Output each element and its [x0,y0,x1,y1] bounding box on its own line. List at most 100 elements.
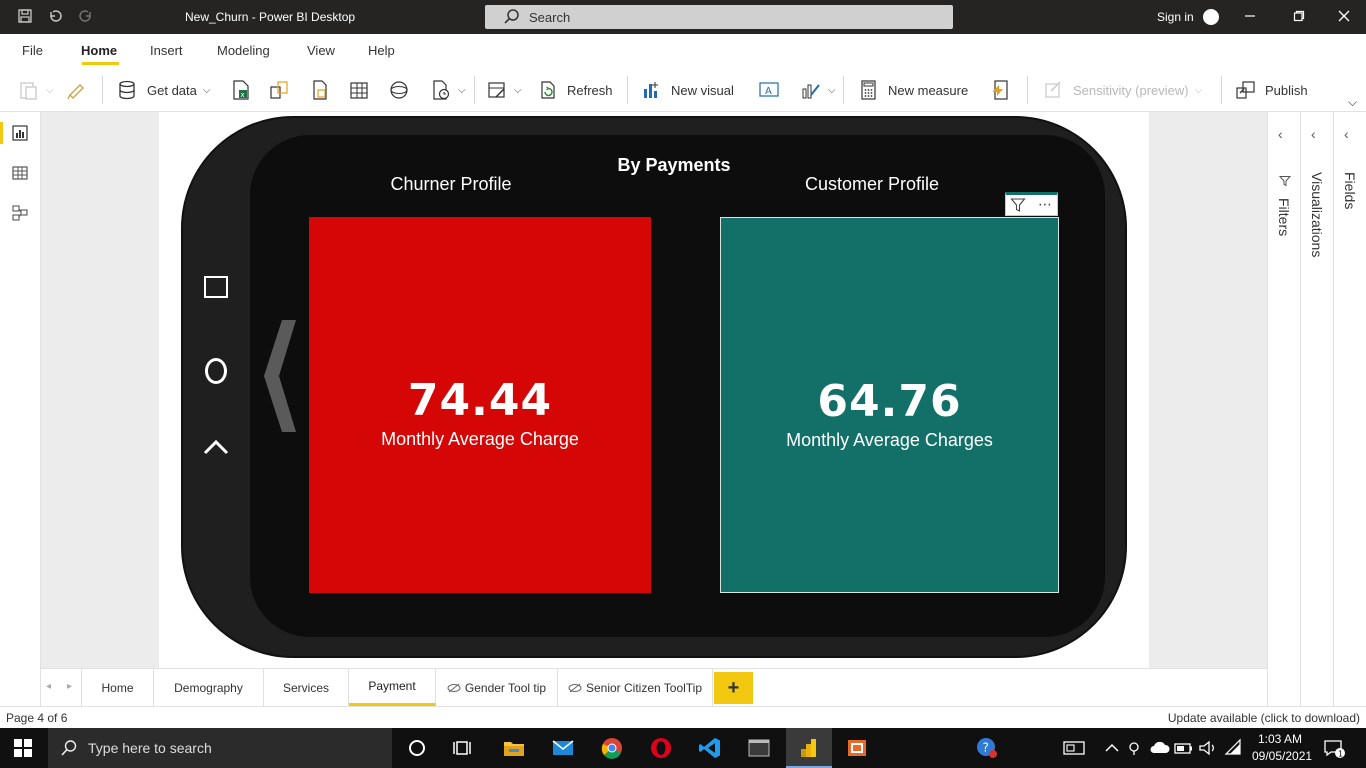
card-label: Monthly Average Charges [786,430,993,450]
ribbon-separator [1027,76,1028,104]
save-icon[interactable] [16,8,34,26]
opera-icon[interactable] [649,736,673,760]
filters-pane[interactable]: ‹ Filters [1267,112,1300,706]
clock-time: 1:03 AM [1257,732,1303,746]
dataverse-button[interactable] [388,78,410,102]
enter-data-button[interactable] [348,78,370,102]
menu-modeling[interactable]: Modeling [217,43,270,58]
undo-icon[interactable] [46,8,64,26]
avatar[interactable] [1203,9,1219,25]
minimize-icon[interactable] [1240,7,1260,27]
recent-sources-button[interactable]: ⌵ [430,78,466,102]
tab-scroll-right-icon[interactable]: ▸ [67,681,72,692]
transform-data-button[interactable]: ⌵ [486,78,522,102]
search-input[interactable]: Search [485,5,953,29]
windows-taskbar: Type here to search ? 1:03 AM 09/05/2021… [0,728,1366,768]
visualizations-pane[interactable]: ‹ Visualizations [1300,112,1333,706]
svg-text:1: 1 [1338,750,1343,759]
power-bi-taskbar-button[interactable] [786,728,832,768]
tab-scroll-left-icon[interactable]: ◂ [46,681,51,692]
volume-icon[interactable] [1196,736,1220,760]
tab-senior-citizen-tooltip[interactable]: Senior Citizen ToolTip [558,669,713,706]
paste-button[interactable]: ⌵ [18,78,54,102]
phone-home-icon [205,358,227,384]
ribbon-collapse-icon[interactable]: ⌵ [1348,90,1357,114]
customer-profile-heading: Customer Profile [804,174,940,194]
svg-text:?: ? [983,741,989,755]
notifications-icon[interactable]: 1 [1322,736,1346,760]
tab-demography[interactable]: Demography [154,669,264,706]
get-data-button[interactable]: Get data ⌵ [117,78,210,102]
menu-help[interactable]: Help [368,43,395,58]
chevron-left-icon[interactable]: ‹ [1278,126,1283,142]
system-clock[interactable]: 1:03 AM 09/05/2021 [1252,731,1312,765]
new-visual-button[interactable]: New visual [641,78,734,102]
refresh-button[interactable]: Refresh [537,78,613,102]
redo-icon[interactable] [77,8,95,26]
tab-label: Demography [174,680,243,695]
chevron-left-icon[interactable]: ‹ [1311,126,1316,142]
dataset-icon [270,81,288,99]
fields-pane[interactable]: ‹ Fields [1333,112,1366,706]
tab-payment[interactable]: Payment [349,669,436,706]
location-icon[interactable] [1125,736,1143,760]
cloud-icon[interactable] [1148,736,1172,760]
report-view-icon[interactable] [11,124,29,142]
add-page-button[interactable]: + [714,672,753,704]
publish-button[interactable]: Publish [1235,78,1308,102]
tab-services[interactable]: Services [264,669,349,706]
wifi-icon[interactable] [1222,736,1246,760]
new-measure-button[interactable]: New measure [858,78,968,102]
more-visuals-button[interactable]: ⌵ [800,78,836,102]
new-visual-label: New visual [671,82,734,98]
mail-icon[interactable] [551,736,575,760]
text-box-button[interactable]: A [758,78,780,102]
data-view-icon[interactable] [11,164,29,182]
task-view-icon[interactable] [452,736,476,760]
restore-icon[interactable] [1289,7,1309,27]
sign-in-link[interactable]: Sign in [1157,10,1194,24]
office-app-icon[interactable] [845,736,869,760]
update-available-link[interactable]: Update available (click to download) [1168,711,1360,725]
file-explorer-icon[interactable] [502,736,526,760]
datasets-button[interactable] [268,78,290,102]
page-tab-bar: ◂ ▸ Home Demography Services Payment Gen… [41,668,1267,706]
churner-charge-card[interactable]: 74.44 Monthly Average Charge [309,217,651,593]
close-icon[interactable] [1334,7,1354,27]
menu-view[interactable]: View [307,43,335,58]
customer-charge-card[interactable]: 64.76 Monthly Average Charges [720,217,1059,593]
hidden-page-icon [447,683,461,692]
chevron-up-icon[interactable] [1100,736,1124,760]
windows-start-icon[interactable] [14,739,32,757]
status-bar: Page 4 of 6 Update available (click to d… [0,706,1366,728]
format-painter-button[interactable] [66,78,88,102]
help-icon[interactable]: ? [975,736,999,760]
taskbar-search-input[interactable]: Type here to search [48,728,392,768]
tab-home[interactable]: Home [81,669,154,706]
tab-label: Home [101,680,134,695]
terminal-icon[interactable] [747,736,771,760]
battery-icon[interactable] [1172,736,1196,760]
more-visuals-icon [802,84,820,99]
dataflows-button[interactable] [309,78,331,102]
filter-icon[interactable] [1010,197,1026,213]
chevron-left-icon[interactable]: ‹ [1344,126,1349,142]
visualizations-pane-label: Visualizations [1309,172,1325,258]
excel-button[interactable]: x [230,78,252,102]
power-bi-icon [801,739,816,757]
text-box-icon: A [759,82,779,97]
keyboard-icon[interactable] [1062,736,1086,760]
quick-measure-button[interactable] [990,78,1012,102]
menu-insert[interactable]: Insert [150,43,183,58]
menu-home[interactable]: Home [81,43,117,58]
ribbon-separator [102,76,103,104]
cortana-icon[interactable] [405,736,429,760]
model-view-icon[interactable] [11,204,29,222]
menu-file[interactable]: File [22,43,43,58]
tab-gender-tool-tip[interactable]: Gender Tool tip [436,669,558,706]
phone-chevron-up-icon [203,439,229,455]
vscode-icon[interactable] [698,736,722,760]
more-options-icon[interactable]: ⋯ [1038,196,1053,213]
card-value: 74.44 [407,375,553,426]
chrome-icon[interactable] [600,736,624,760]
